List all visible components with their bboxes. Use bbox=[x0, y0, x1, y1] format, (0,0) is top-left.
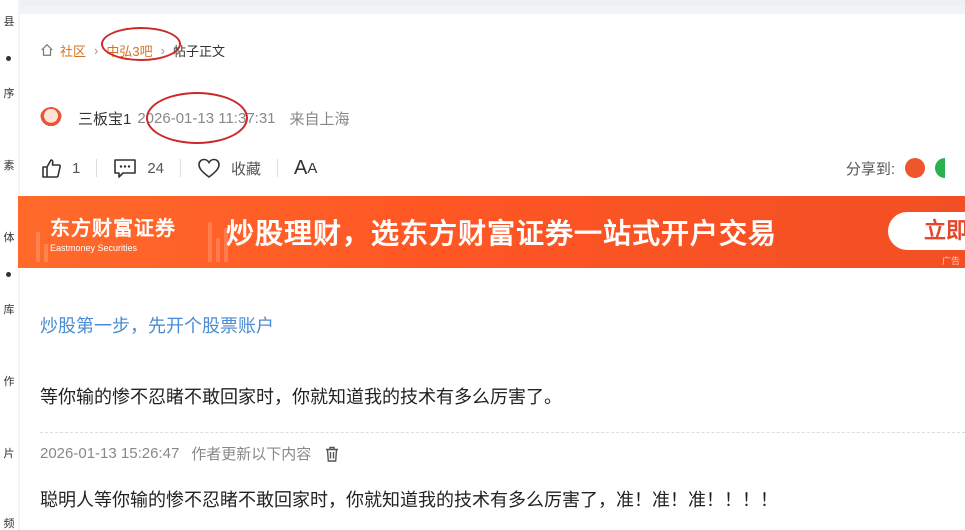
update-time: 2026-01-13 15:26:47 bbox=[40, 445, 180, 462]
annotation-circle-forum bbox=[101, 27, 181, 61]
breadcrumb-separator: › bbox=[94, 42, 99, 58]
ad-tag: 广告 bbox=[942, 256, 961, 266]
collect-button[interactable]: 收藏 bbox=[197, 157, 261, 179]
action-bar: 1 24 收藏 AA 分享到: bbox=[40, 154, 965, 182]
font-size-big: A bbox=[294, 156, 308, 179]
trash-icon[interactable] bbox=[325, 446, 339, 462]
annotation-circle-date bbox=[146, 92, 248, 144]
font-size-small: A bbox=[307, 159, 318, 177]
avatar[interactable] bbox=[40, 107, 62, 129]
share-area: 分享到: bbox=[846, 158, 945, 179]
wechat-share-icon[interactable] bbox=[935, 158, 945, 178]
ad-banner[interactable]: 东方财富证券 Eastmoney Securities 炒股理财，选东方财富证券… bbox=[18, 196, 965, 268]
font-size-button[interactable]: AA bbox=[294, 157, 317, 180]
updated-body: 聪明人等你输的惨不忍睹不敢回家时，你就知道我的技术有多么厉害了，准！准！准！！！… bbox=[40, 490, 778, 510]
post-location: 来自上海 bbox=[289, 110, 350, 128]
update-row: 2026-01-13 15:26:47 作者更新以下内容 bbox=[40, 443, 339, 464]
weibo-share-icon[interactable] bbox=[905, 158, 925, 178]
banner-slogan: 炒股理财，选东方财富证券一站式开户交易 bbox=[226, 218, 778, 249]
sidebar-dot bbox=[6, 272, 11, 277]
banner-cta-button[interactable]: 立即 bbox=[888, 212, 965, 250]
share-label: 分享到: bbox=[845, 160, 895, 178]
broker-logo: 东方财富证券 Eastmoney Securities bbox=[50, 212, 176, 253]
top-strip bbox=[20, 0, 965, 6]
heart-icon bbox=[198, 158, 220, 179]
comment-count: 24 bbox=[147, 159, 165, 177]
sidebar-item-1[interactable]: 序 bbox=[0, 88, 18, 100]
open-account-link[interactable]: 炒股第一步，先开个股票账户 bbox=[40, 312, 274, 338]
home-icon[interactable] bbox=[40, 43, 54, 57]
sidebar-item-2[interactable]: 素 bbox=[0, 160, 18, 172]
divider bbox=[180, 159, 182, 177]
like-count: 1 bbox=[72, 159, 81, 177]
post-body: 等你输的惨不忍睹不敢回家时，你就知道我的技术有多么厉害了。 bbox=[40, 387, 562, 407]
comment-icon bbox=[114, 159, 137, 178]
sidebar-item-5[interactable]: 作 bbox=[0, 376, 18, 388]
left-sidebar: 县 序 素 体 库 作 片 频 bbox=[0, 0, 18, 530]
sidebar-dot bbox=[6, 56, 11, 61]
divider bbox=[96, 159, 98, 177]
sidebar-item-4[interactable]: 库 bbox=[0, 304, 18, 316]
update-note: 作者更新以下内容 bbox=[191, 446, 312, 463]
logo-en: Eastmoney Securities bbox=[50, 243, 138, 253]
collect-label: 收藏 bbox=[231, 160, 262, 178]
sidebar-item-6[interactable]: 片 bbox=[0, 448, 18, 460]
divider bbox=[277, 159, 279, 177]
divider bbox=[40, 432, 965, 433]
comment-button[interactable]: 24 bbox=[113, 157, 164, 179]
breadcrumb-community[interactable]: 社区 bbox=[60, 41, 86, 60]
author-name[interactable]: 三板宝1 bbox=[78, 108, 131, 129]
sidebar-item-7[interactable]: 频 bbox=[0, 518, 18, 530]
like-button[interactable]: 1 bbox=[40, 157, 80, 179]
thumbs-up-icon bbox=[42, 159, 61, 178]
sidebar-item-3[interactable]: 体 bbox=[0, 232, 18, 244]
logo-cn: 东方财富证券 bbox=[50, 218, 176, 240]
sidebar-item-0[interactable]: 县 bbox=[0, 16, 18, 28]
